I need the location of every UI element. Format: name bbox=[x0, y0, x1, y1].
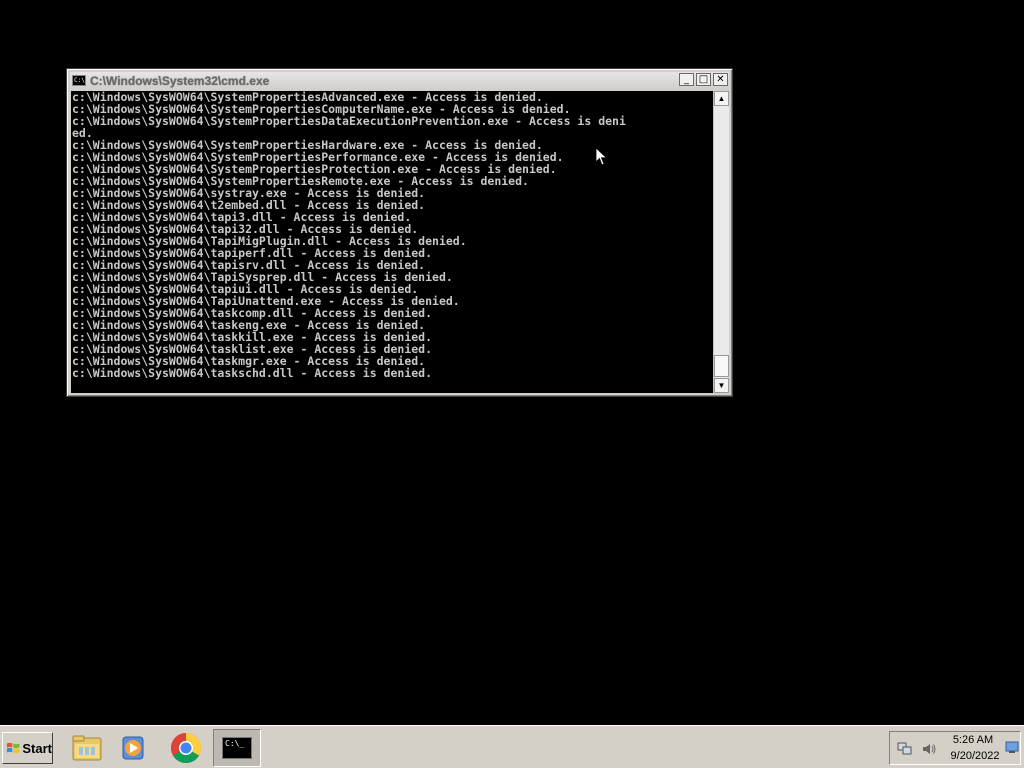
scroll-up-button[interactable]: ▲ bbox=[714, 91, 729, 106]
taskbar-media-player[interactable] bbox=[114, 729, 154, 767]
cmd-icon: C:\_ bbox=[222, 737, 252, 759]
vertical-scrollbar[interactable]: ▲ ▼ bbox=[713, 91, 729, 393]
taskbar: Start C:\_ 5:26 AM 9/20/2022 bbox=[0, 725, 1024, 768]
scroll-down-button[interactable]: ▼ bbox=[714, 378, 729, 393]
start-label: Start bbox=[22, 740, 52, 756]
start-button[interactable]: Start bbox=[2, 732, 53, 764]
window-title: C:\Windows\System32\cmd.exe bbox=[90, 73, 270, 88]
minimize-button[interactable]: _ bbox=[679, 73, 694, 86]
window-controls: _ □ ✕ bbox=[679, 73, 728, 86]
cmd-window-icon[interactable]: C:\ bbox=[72, 75, 86, 86]
scroll-thumb[interactable] bbox=[714, 355, 729, 377]
clock-date[interactable]: 9/20/2022 bbox=[942, 750, 1008, 762]
mouse-pointer-icon bbox=[596, 148, 608, 166]
console-line: c:\Windows\SysWOW64\SystemPropertiesData… bbox=[72, 114, 626, 128]
console-line: c:\Windows\SysWOW64\taskschd.dll - Acces… bbox=[72, 366, 433, 380]
clock-time[interactable]: 5:26 AM bbox=[948, 734, 998, 746]
media-player-icon bbox=[122, 736, 144, 760]
network-icon[interactable] bbox=[897, 741, 913, 757]
volume-icon[interactable] bbox=[921, 741, 937, 757]
windows-flag-icon bbox=[6, 742, 20, 754]
title-bar[interactable]: C:\ C:\Windows\System32\cmd.exe _ □ ✕ bbox=[70, 72, 729, 89]
show-desktop-icon[interactable] bbox=[1005, 740, 1019, 754]
close-button[interactable]: ✕ bbox=[713, 73, 728, 86]
chrome-icon bbox=[170, 733, 202, 764]
taskbar-chrome[interactable] bbox=[166, 729, 206, 767]
folder-icon bbox=[72, 735, 102, 761]
cmd-window[interactable]: C:\ C:\Windows\System32\cmd.exe _ □ ✕ c:… bbox=[66, 68, 733, 397]
console-output[interactable]: c:\Windows\SysWOW64\SystemPropertiesAdva… bbox=[71, 91, 713, 393]
taskbar-explorer[interactable] bbox=[67, 729, 107, 767]
maximize-button[interactable]: □ bbox=[696, 73, 711, 86]
system-tray: 5:26 AM 9/20/2022 bbox=[889, 731, 1021, 765]
taskbar-cmd[interactable]: C:\_ bbox=[213, 729, 261, 767]
